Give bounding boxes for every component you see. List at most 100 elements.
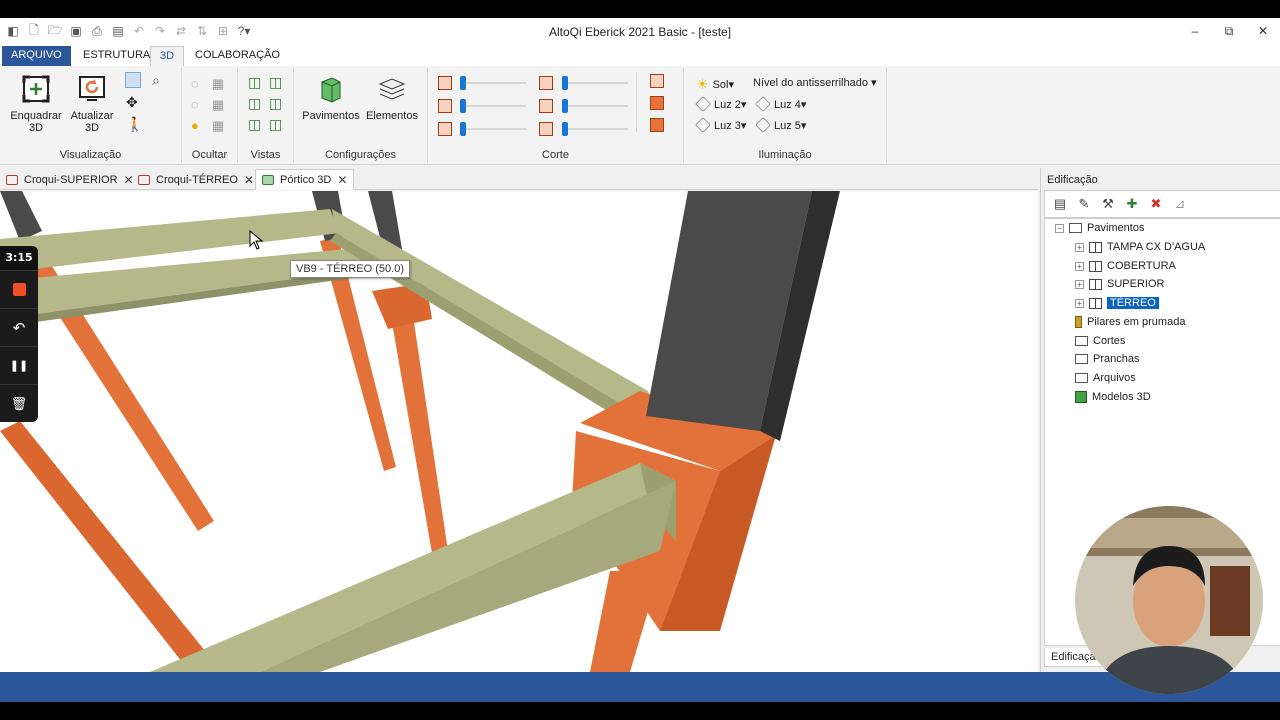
atualizar-label-1: Atualizar	[70, 110, 114, 122]
tab-arquivo[interactable]: ARQUIVO	[2, 46, 71, 66]
floor-icon	[1089, 297, 1102, 309]
pause-recording-button[interactable]: ❚❚	[0, 346, 38, 384]
doc-tab-croqui-terreo[interactable]: Croqui-TÉRREO ✕	[132, 169, 260, 190]
view-bottom-icon[interactable]: ◫	[269, 116, 285, 132]
elementos-button[interactable]: Elementos	[364, 72, 420, 122]
doc-tab-label: Croqui-TÉRREO	[156, 173, 238, 186]
tree-arquivos[interactable]: Arquivos	[1075, 369, 1136, 387]
tree-tampa[interactable]: + TAMPA CX D'AGUA	[1075, 238, 1205, 256]
recording-time: 3:15	[0, 246, 38, 270]
hide-bulb-1-icon[interactable]: ◌	[191, 76, 207, 92]
cut-z2-icon[interactable]	[539, 122, 553, 136]
cut-x-slider[interactable]	[460, 76, 528, 90]
luz3-dropdown[interactable]: Luz 3▾	[695, 117, 746, 133]
cut-y2-slider[interactable]	[562, 99, 630, 113]
document-tabs: Croqui-SUPERIOR ✕ Croqui-TÉRREO ✕ Pórtic…	[0, 168, 1038, 190]
expand-icon[interactable]: +	[1075, 279, 1084, 289]
view-top-icon[interactable]: ◫	[248, 116, 264, 132]
sol-dropdown[interactable]: ☀ Sol▾	[696, 76, 734, 93]
cut-y-slider[interactable]	[460, 99, 528, 113]
enquadrar-3d-button[interactable]: Enquadrar 3D	[9, 72, 63, 134]
tree-pilares[interactable]: Pilares em prumada	[1075, 313, 1185, 331]
edit-icon[interactable]: ✎	[1075, 195, 1093, 213]
tab-3d[interactable]: 3D	[150, 46, 185, 66]
view-left-icon[interactable]: ◫	[248, 95, 264, 111]
cut-z2-slider[interactable]	[562, 122, 630, 136]
close-tab-icon[interactable]: ✕	[244, 173, 254, 187]
undo-recording-button[interactable]: ↶	[0, 308, 38, 346]
webcam-overlay	[1075, 506, 1263, 694]
walk-icon[interactable]: 🚶	[126, 116, 143, 132]
column-dark	[0, 191, 42, 241]
tree-cortes[interactable]: Cortes	[1075, 332, 1125, 350]
enquadrar-label-2: 3D	[28, 122, 44, 134]
cut-x-icon[interactable]	[438, 76, 452, 90]
expand-icon[interactable]: +	[1075, 242, 1084, 252]
hide-bulb-2-icon[interactable]: ◌	[191, 97, 207, 113]
light-bulb-icon[interactable]: ●	[191, 118, 207, 134]
tab-colaboracao[interactable]: COLABORAÇÃO	[186, 46, 289, 66]
hide-grid-1-icon[interactable]: ▦	[212, 76, 228, 92]
view-back-icon[interactable]: ◫	[269, 74, 285, 90]
tree-pranchas[interactable]: Pranchas	[1075, 350, 1139, 368]
tree-terreo[interactable]: + TÉRREO	[1075, 294, 1159, 312]
import-icon[interactable]: ⊿	[1171, 195, 1189, 213]
hide-grid-3-icon[interactable]: ▦	[212, 118, 228, 134]
floor-icon	[1089, 241, 1102, 253]
doc-tab-portico-3d[interactable]: Pórtico 3D ✕	[255, 169, 355, 190]
tree-label-selected: TÉRREO	[1107, 297, 1159, 309]
expand-icon[interactable]: +	[1075, 261, 1084, 271]
element-tooltip: VB9 - TÉRREO (50.0)	[290, 260, 410, 278]
tree-label: Pavimentos	[1087, 222, 1145, 234]
cut-box-3-icon[interactable]	[650, 118, 664, 132]
tree-modelos-3d[interactable]: Modelos 3D	[1075, 388, 1151, 406]
tree-cobertura[interactable]: + COBERTURA	[1075, 257, 1176, 275]
status-bar	[0, 672, 1280, 702]
view-right-icon[interactable]: ◫	[269, 95, 285, 111]
orbit-icon[interactable]	[125, 72, 141, 88]
doc-tab-croqui-superior[interactable]: Croqui-SUPERIOR ✕	[0, 169, 140, 190]
luz2-dropdown[interactable]: Luz 2▾	[695, 96, 747, 112]
cut-box-2-icon[interactable]	[650, 96, 664, 110]
tree-label: Pilares em prumada	[1087, 316, 1186, 328]
atualizar-3d-button[interactable]: Atualizar 3D	[65, 72, 119, 134]
cut-y2-icon[interactable]	[539, 99, 553, 113]
expand-icon[interactable]: +	[1075, 298, 1084, 308]
cut-x2-icon[interactable]	[539, 76, 553, 90]
hide-grid-2-icon[interactable]: ▦	[212, 97, 228, 113]
close-button[interactable]: ✕	[1246, 18, 1280, 44]
cut-x2-slider[interactable]	[562, 76, 630, 90]
stop-recording-button[interactable]	[0, 270, 38, 308]
light-3-icon	[695, 117, 711, 133]
properties-icon[interactable]: ▤	[1051, 195, 1069, 213]
collapse-icon[interactable]: −	[1055, 223, 1064, 233]
folder-icon	[1075, 354, 1088, 364]
close-tab-icon[interactable]: ✕	[337, 173, 347, 187]
tree-pavimentos[interactable]: − Pavimentos	[1055, 219, 1144, 237]
viewport-3d[interactable]: VB9 - TÉRREO (50.0)	[0, 191, 1038, 672]
restore-button[interactable]: ⧉	[1212, 18, 1246, 44]
cut-z-icon[interactable]	[438, 122, 452, 136]
doc-tab-label: Pórtico 3D	[280, 174, 332, 186]
delete-icon[interactable]: ✖	[1147, 195, 1165, 213]
luz2-label: Luz 2▾	[714, 98, 747, 111]
pan-icon[interactable]: ✥	[126, 94, 142, 110]
minimize-button[interactable]: –	[1178, 18, 1212, 44]
zoom-icon[interactable]: ⌕	[152, 72, 168, 88]
cut-box-1-icon[interactable]	[650, 74, 664, 88]
antialias-label: Nível do antisserrilhado ▾	[753, 77, 877, 89]
view-front-icon[interactable]: ◫	[248, 74, 264, 90]
delete-recording-button[interactable]: 🗑	[0, 384, 38, 422]
add-icon[interactable]: ✚	[1123, 195, 1141, 213]
cut-y-icon[interactable]	[438, 99, 452, 113]
luz5-dropdown[interactable]: Luz 5▾	[755, 117, 806, 133]
cut-z-slider[interactable]	[460, 122, 528, 136]
group-vistas: ◫ ◫ ◫ ◫ ◫ ◫ Vistas	[238, 68, 294, 163]
pavimentos-button[interactable]: Pavimentos	[302, 72, 360, 122]
tree-label: COBERTURA	[1107, 260, 1176, 272]
antialias-dropdown[interactable]: Nível do antisserrilhado ▾	[753, 76, 877, 89]
tree-superior[interactable]: + SUPERIOR	[1075, 275, 1164, 293]
luz4-dropdown[interactable]: Luz 4▾	[755, 96, 806, 112]
tab-estrutura[interactable]: ESTRUTURA	[74, 46, 159, 66]
tools-icon[interactable]: ⚒	[1099, 195, 1117, 213]
